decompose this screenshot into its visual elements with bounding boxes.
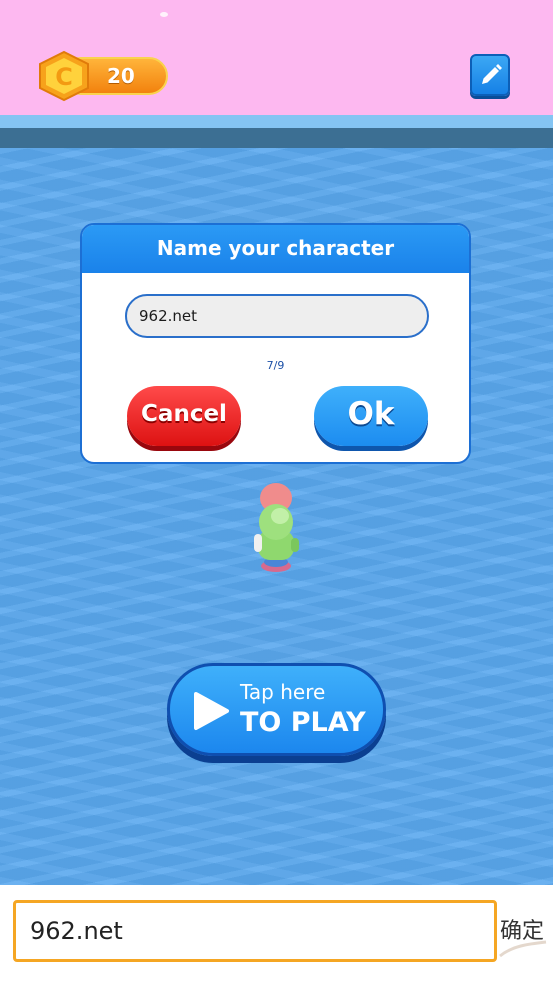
dialog-title: Name your character bbox=[156, 236, 395, 260]
water-far-strip bbox=[0, 115, 553, 128]
top-bar: 20 C bbox=[0, 0, 553, 115]
play-hint-text: Tap here bbox=[240, 680, 326, 704]
water-edge bbox=[0, 128, 553, 148]
tap-to-play-button[interactable]: Tap here TO PLAY bbox=[167, 663, 386, 756]
edit-name-button[interactable] bbox=[470, 54, 510, 96]
dialog-header: Name your character bbox=[82, 225, 469, 273]
play-icon bbox=[194, 692, 229, 730]
swipe-mark-icon bbox=[499, 940, 547, 958]
keyboard-text-field[interactable] bbox=[13, 900, 497, 962]
name-dialog: Name your character 7/9 Cancel Ok bbox=[80, 223, 471, 464]
keyboard-input-bar: 确定 bbox=[0, 885, 553, 983]
player-character bbox=[254, 483, 299, 572]
decorative-dot bbox=[160, 12, 168, 17]
coin-count: 20 bbox=[107, 64, 135, 88]
play-label: TO PLAY bbox=[240, 707, 366, 738]
cancel-button[interactable]: Cancel bbox=[127, 386, 241, 446]
character-count: 7/9 bbox=[266, 359, 285, 372]
pencil-icon bbox=[482, 64, 502, 84]
coin-icon: C bbox=[39, 50, 89, 102]
character-name-input[interactable] bbox=[125, 294, 429, 338]
coin-letter: C bbox=[55, 63, 73, 91]
ok-button[interactable]: Ok bbox=[314, 386, 428, 446]
